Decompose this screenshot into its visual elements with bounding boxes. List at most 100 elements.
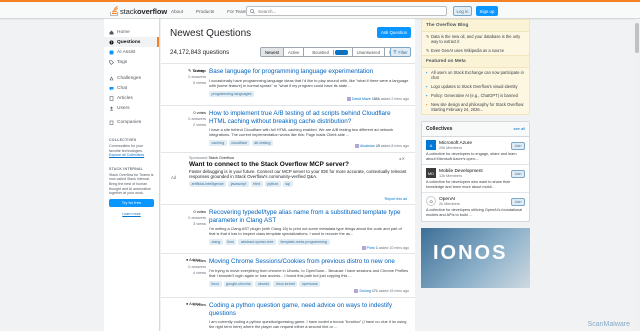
user-link[interactable]: David Maze <box>352 97 371 101</box>
meta-item[interactable]: ▪ All users on Stack Exchange can now par… <box>422 68 529 82</box>
scrollbar-thumb[interactable] <box>635 23 639 53</box>
tag[interactable]: linux-kernel <box>273 280 298 287</box>
question-title-link[interactable]: Recovering typedef/type alias name from … <box>209 209 409 224</box>
question-title-link[interactable]: Base language for programming language e… <box>209 68 409 76</box>
sidebar-item-home[interactable]: Home <box>104 27 159 37</box>
avatar <box>346 97 351 102</box>
tag[interactable]: sql <box>282 181 293 187</box>
meta-item[interactable]: ▪ Policy: Generative AI (e.g., ChatGPT) i… <box>422 91 529 100</box>
tab-newest[interactable]: Newest <box>261 48 284 56</box>
tab-active[interactable]: Active <box>284 48 305 56</box>
avatar <box>361 246 366 251</box>
question-title-link[interactable]: How to implement true A/B testing of ad … <box>209 110 409 125</box>
question-label: ● Advice <box>186 258 201 262</box>
sidebar-item-tags[interactable]: Tags <box>104 57 159 67</box>
tag[interactable]: ubuntu <box>255 280 272 287</box>
question-label: ✎ Tooling <box>188 69 205 73</box>
tag[interactable]: opensuse <box>299 280 321 287</box>
tag[interactable]: abstract-syntax-tree <box>238 239 276 245</box>
collective-item: A Microsoft Azure 20k Members Join A coll… <box>422 137 529 166</box>
blog-heading: The Overflow Blog <box>422 20 529 32</box>
sponsored-title-link[interactable]: Want to connect to the Stack Overflow MC… <box>189 161 407 168</box>
tag[interactable]: javascript <box>228 181 249 187</box>
tag[interactable]: clang <box>209 239 223 245</box>
tag[interactable]: html <box>250 181 263 187</box>
collectives-widget: Collectives see all A Microsoft Azure 20k … <box>421 121 530 222</box>
filter-button[interactable]: Filter <box>390 47 411 57</box>
page-title: Newest Questions <box>170 28 252 39</box>
user-link[interactable]: Dolung <box>359 289 370 293</box>
meta-item[interactable]: ▪ New site design and philosophy for Stac… <box>422 100 529 114</box>
mobile-dev-logo-icon: MD <box>426 168 436 179</box>
stack-internal-text: Stack Overflow for Teams is now called S… <box>109 172 154 196</box>
explore-collectives-link[interactable]: Explore all Collectives <box>109 153 144 157</box>
advice-icon: ● <box>186 302 189 306</box>
user-link[interactable]: Pinto <box>367 246 375 250</box>
user-link[interactable]: Ukrainian <box>360 144 375 148</box>
tag[interactable]: caching <box>209 140 227 146</box>
question-count: 24,172,843 questions <box>170 49 230 56</box>
tag[interactable]: llvm <box>224 239 237 245</box>
collective-members: 20k Members <box>439 145 463 150</box>
stackoverflow-logo[interactable]: stackoverflow <box>109 5 167 17</box>
sidebar-item-label: Tags <box>117 59 128 65</box>
sidebar-item-challenges[interactable]: Challenges <box>104 73 159 83</box>
join-button[interactable]: Join <box>511 142 525 150</box>
sidebar-item-label: AI Assist <box>117 49 136 55</box>
ad-label: Ad <box>171 175 177 180</box>
sidebar-item-chat[interactable]: Chat <box>104 83 159 93</box>
learn-more-link[interactable]: Learn more <box>122 212 140 216</box>
tag[interactable]: programming-languages <box>209 90 254 97</box>
question-excerpt: I'm writing a Clang AST plugin (with Cla… <box>209 226 402 236</box>
meta-item[interactable]: ▪ Logo updates to Stack Overflow's visual… <box>422 82 529 91</box>
question-title-link[interactable]: Moving Chrome Sessions/Cookies from prev… <box>209 258 409 266</box>
nav-about[interactable]: About <box>166 7 188 16</box>
see-all-link[interactable]: see all <box>513 126 525 132</box>
sidebar-item-questions[interactable]: ? Questions <box>104 37 159 47</box>
sponsored-excerpt: Faster debugging is in your future. Conn… <box>189 169 407 179</box>
question-title-link[interactable]: Coding a python question game, need advi… <box>209 302 409 317</box>
filter-icon <box>393 50 397 54</box>
tooling-icon: ✎ <box>188 69 192 73</box>
report-ad-link[interactable]: Report this ad <box>385 197 407 201</box>
tag[interactable]: ab-testing <box>251 140 273 146</box>
signup-button[interactable]: Sign up <box>476 6 498 16</box>
tag[interactable]: python <box>264 181 281 187</box>
tab-unanswered[interactable]: Unanswered <box>353 48 386 56</box>
join-button[interactable]: Join <box>511 170 525 179</box>
sidebar-item-articles[interactable]: Articles <box>104 93 159 103</box>
nav-products[interactable]: Products <box>191 7 219 16</box>
sidebar-item-ai-assist[interactable]: AI Assist <box>104 47 159 57</box>
tab-bountied[interactable]: Bountied 25 <box>304 48 353 56</box>
tag[interactable]: template-meta-programming <box>277 239 330 245</box>
sidebar-item-label: Home <box>117 29 130 35</box>
companies-icon <box>109 120 114 125</box>
tag[interactable]: cloudflare <box>228 140 250 146</box>
tag[interactable]: linux <box>209 280 222 287</box>
left-sidebar: Home ? Questions AI Assist Tags Challeng… <box>104 19 160 331</box>
page-scrollbar[interactable] <box>634 19 640 331</box>
tag[interactable]: google-chrome <box>223 280 254 287</box>
overflow-blog-widget: The Overflow Blog ✎ Data is the new oil, … <box>421 19 530 115</box>
login-button[interactable]: Log in <box>453 6 472 16</box>
question-meta: David Maze 186k asked 2 mins ago <box>346 97 409 102</box>
try-for-free-button[interactable]: Try for free <box>109 198 154 207</box>
tag[interactable]: artificial-intelligence <box>189 181 227 187</box>
sidebar-item-companies[interactable]: Companies <box>104 117 159 127</box>
azure-logo-icon: A <box>426 140 436 150</box>
ad-info-icon[interactable]: ▸✕ <box>400 156 405 161</box>
search-box[interactable] <box>246 6 447 16</box>
ionos-ad-banner[interactable]: IONOS <box>421 227 530 288</box>
search-icon <box>250 8 255 14</box>
blog-item[interactable]: ✎ Data is the new oil, and your database … <box>422 32 529 46</box>
sidebar-item-label: Companies <box>117 119 142 125</box>
users-icon <box>109 106 114 110</box>
ask-question-button[interactable]: Ask Question <box>377 27 411 38</box>
join-button[interactable]: Join <box>511 198 525 207</box>
blog-item[interactable]: ✎ Even GenAI uses Wikipedia as a source <box>422 46 529 55</box>
question-excerpt: I occasionally have programming-language… <box>209 77 409 88</box>
collective-name[interactable]: Mobile Development <box>439 169 483 174</box>
sidebar-item-users[interactable]: Users <box>104 103 159 113</box>
search-input[interactable] <box>258 8 438 14</box>
collective-name[interactable]: Microsoft Azure <box>439 141 472 146</box>
